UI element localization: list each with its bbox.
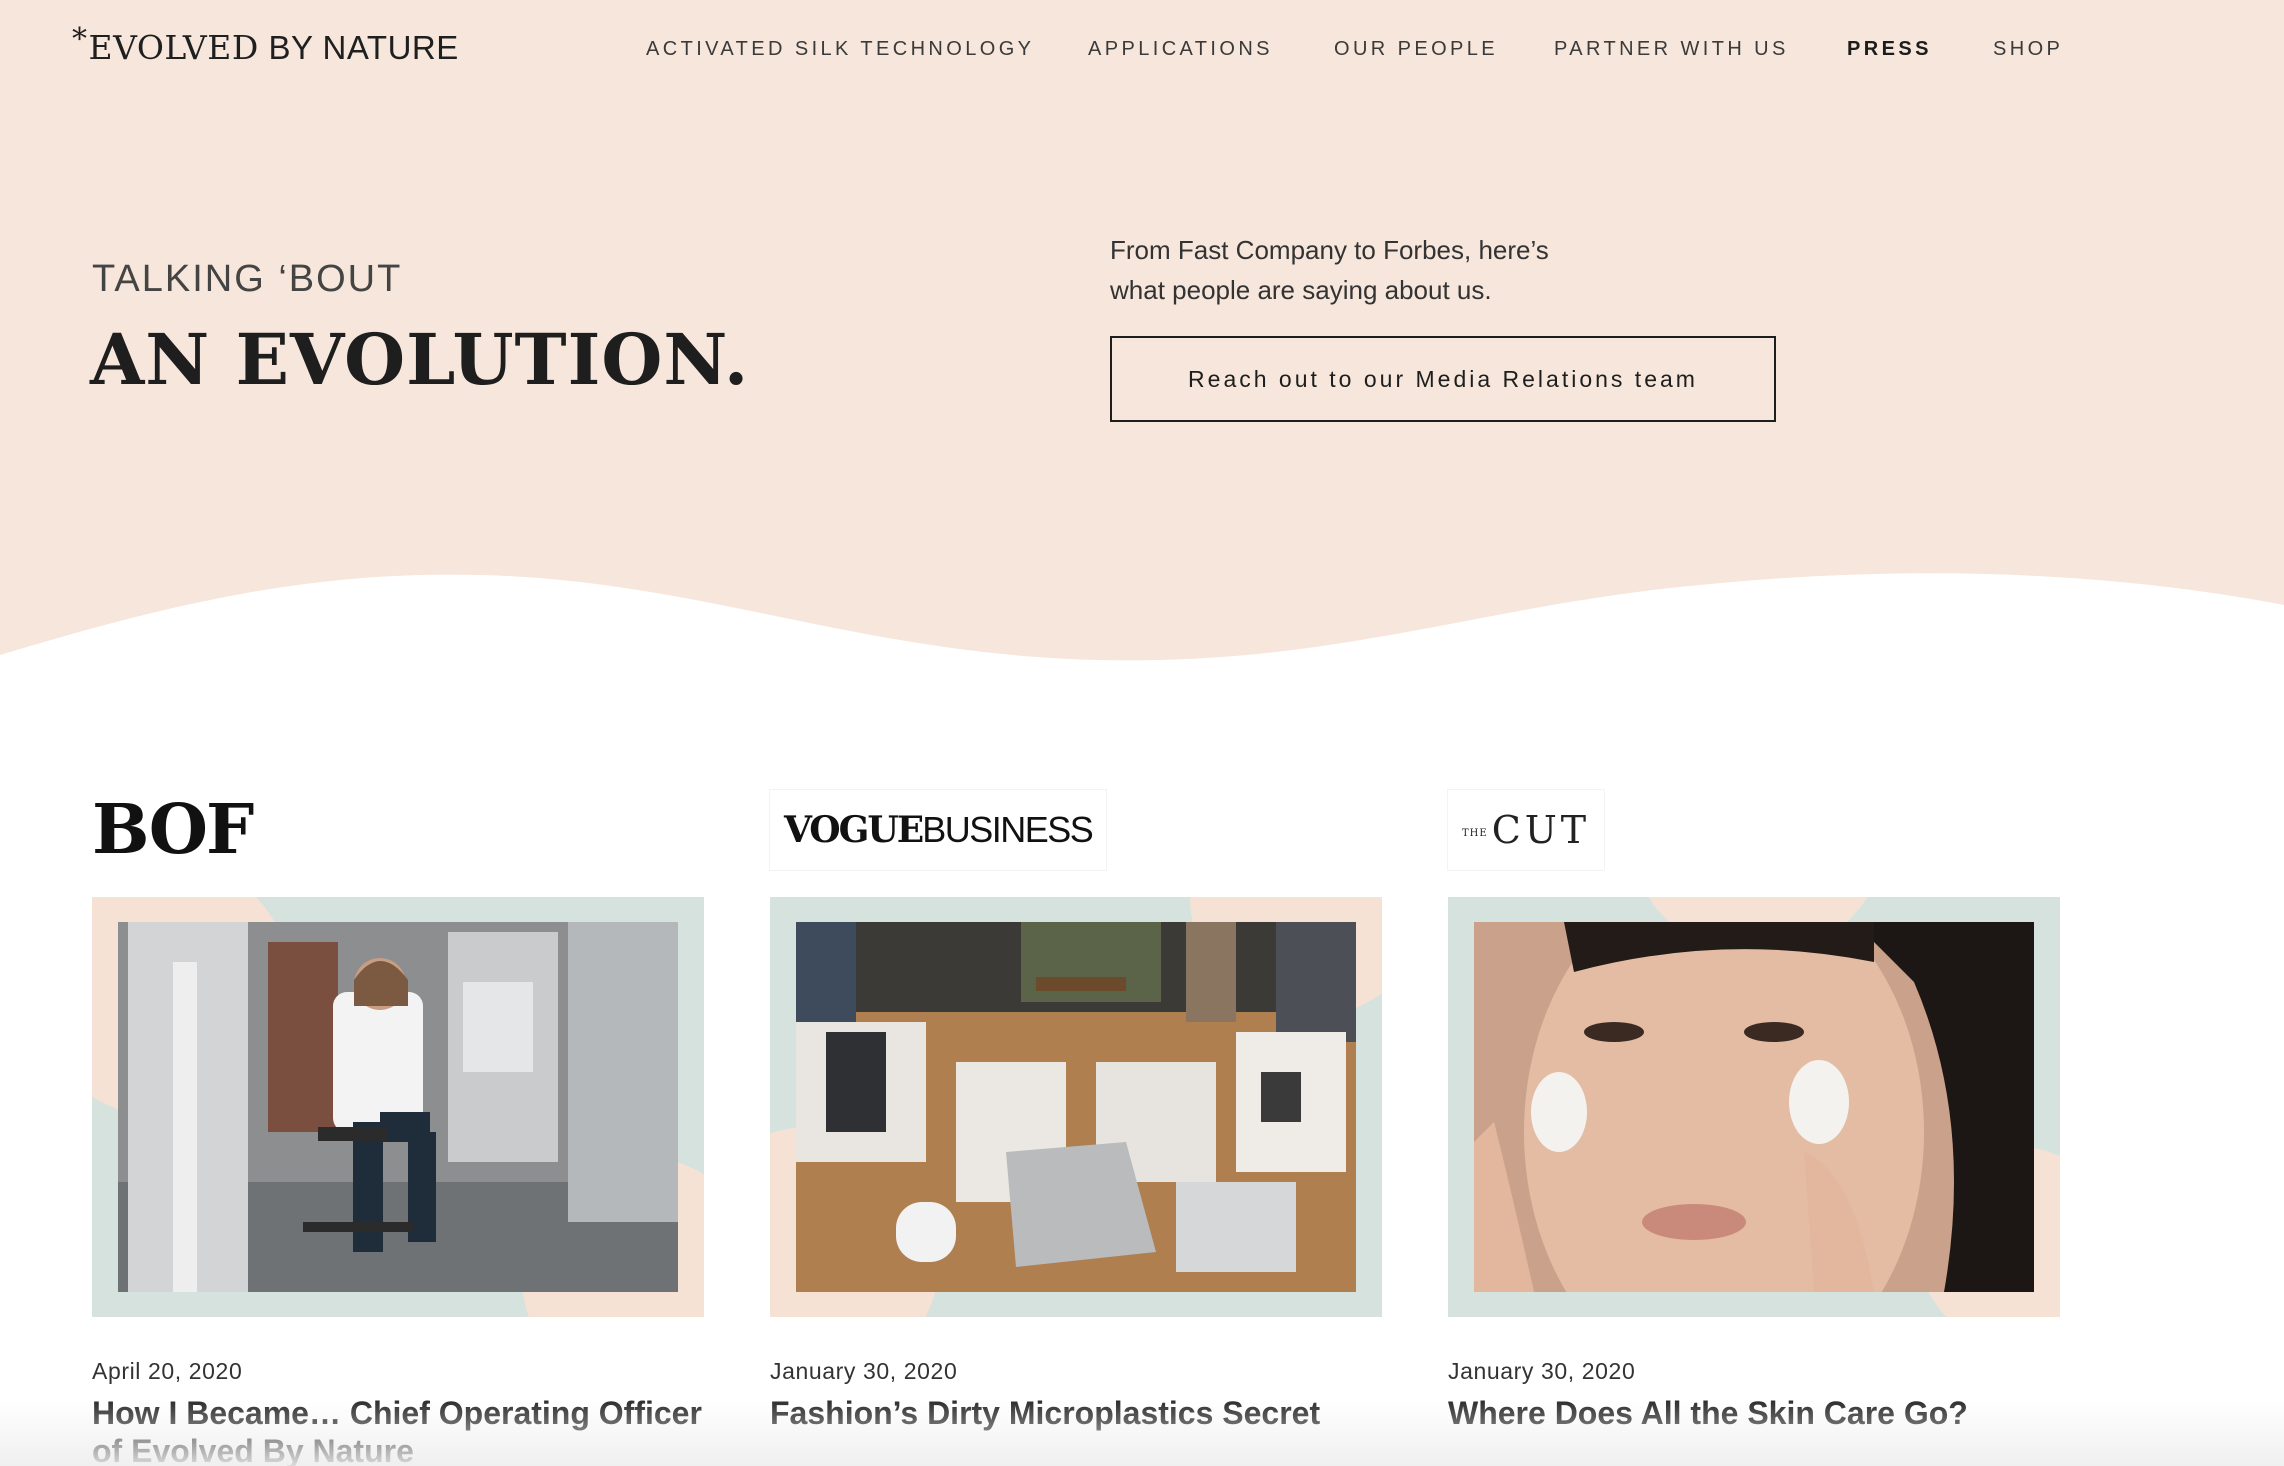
photo-textile-table [796,922,1356,1292]
nav-activated-silk-technology[interactable]: ACTIVATED SILK TECHNOLOGY [646,38,1034,61]
photo-lab-portrait [118,922,678,1292]
main-nav: ACTIVATED SILK TECHNOLOGY APPLICATIONS O… [0,38,2284,64]
nav-shop[interactable]: SHOP [1993,38,2063,61]
vogue-business-logo: VOGUEBUSINESS [770,790,1107,870]
press-date: April 20, 2020 [92,1358,243,1384]
press-card-the-cut[interactable]: THE CUT January 30, 2020 Where Does All t… [1448,790,2060,1466]
hero-headline: AN EVOLUTION. [90,318,750,401]
nav-press[interactable]: PRESS [1847,38,1932,61]
photo-skincare-face [1474,922,2034,1292]
bof-logo: BOF [92,790,254,870]
press-title[interactable]: Fashion’s Dirty Microplastics Secret [770,1394,1382,1432]
nav-our-people[interactable]: OUR PEOPLE [1334,38,1498,61]
hero-intro: From Fast Company to Forbes, here’s what… [1110,230,1670,310]
the-cut-logo-text: THE CUT [1462,808,1591,852]
hero-intro-line-2: what people are saying about us. [1110,275,1492,305]
press-image-frame[interactable] [92,897,704,1317]
hero-eyebrow: TALKING ‘BOUT [92,258,403,300]
press-image-frame[interactable] [770,897,1382,1317]
press-image-frame[interactable] [1448,897,2060,1317]
media-relations-button[interactable]: Reach out to our Media Relations team [1110,336,1776,422]
press-page: *EVOLVED BY NATURE ACTIVATED SILK TECHNO… [0,0,2284,1466]
press-date: January 30, 2020 [770,1358,958,1384]
the-cut-logo: THE CUT [1448,790,1605,870]
nav-partner-with-us[interactable]: PARTNER WITH US [1554,38,1789,61]
press-card-bof[interactable]: BOF April 20, 2020 How I Became… Chief O… [92,790,704,1466]
nav-applications[interactable]: APPLICATIONS [1088,38,1273,61]
vogue-business-logo-text: VOGUEBUSINESS [784,809,1094,851]
press-date: January 30, 2020 [1448,1358,1636,1384]
press-card-vogue-business[interactable]: VOGUEBUSINESS January 30, 2020 Fashion’s… [770,790,1382,1466]
hero-intro-line-1: From Fast Company to Forbes, here’s [1110,235,1549,265]
bof-logo-text: BOF [92,790,254,870]
press-title[interactable]: Where Does All the Skin Care Go? [1448,1394,2060,1432]
press-title[interactable]: How I Became… Chief Operating Officer of… [92,1394,704,1466]
